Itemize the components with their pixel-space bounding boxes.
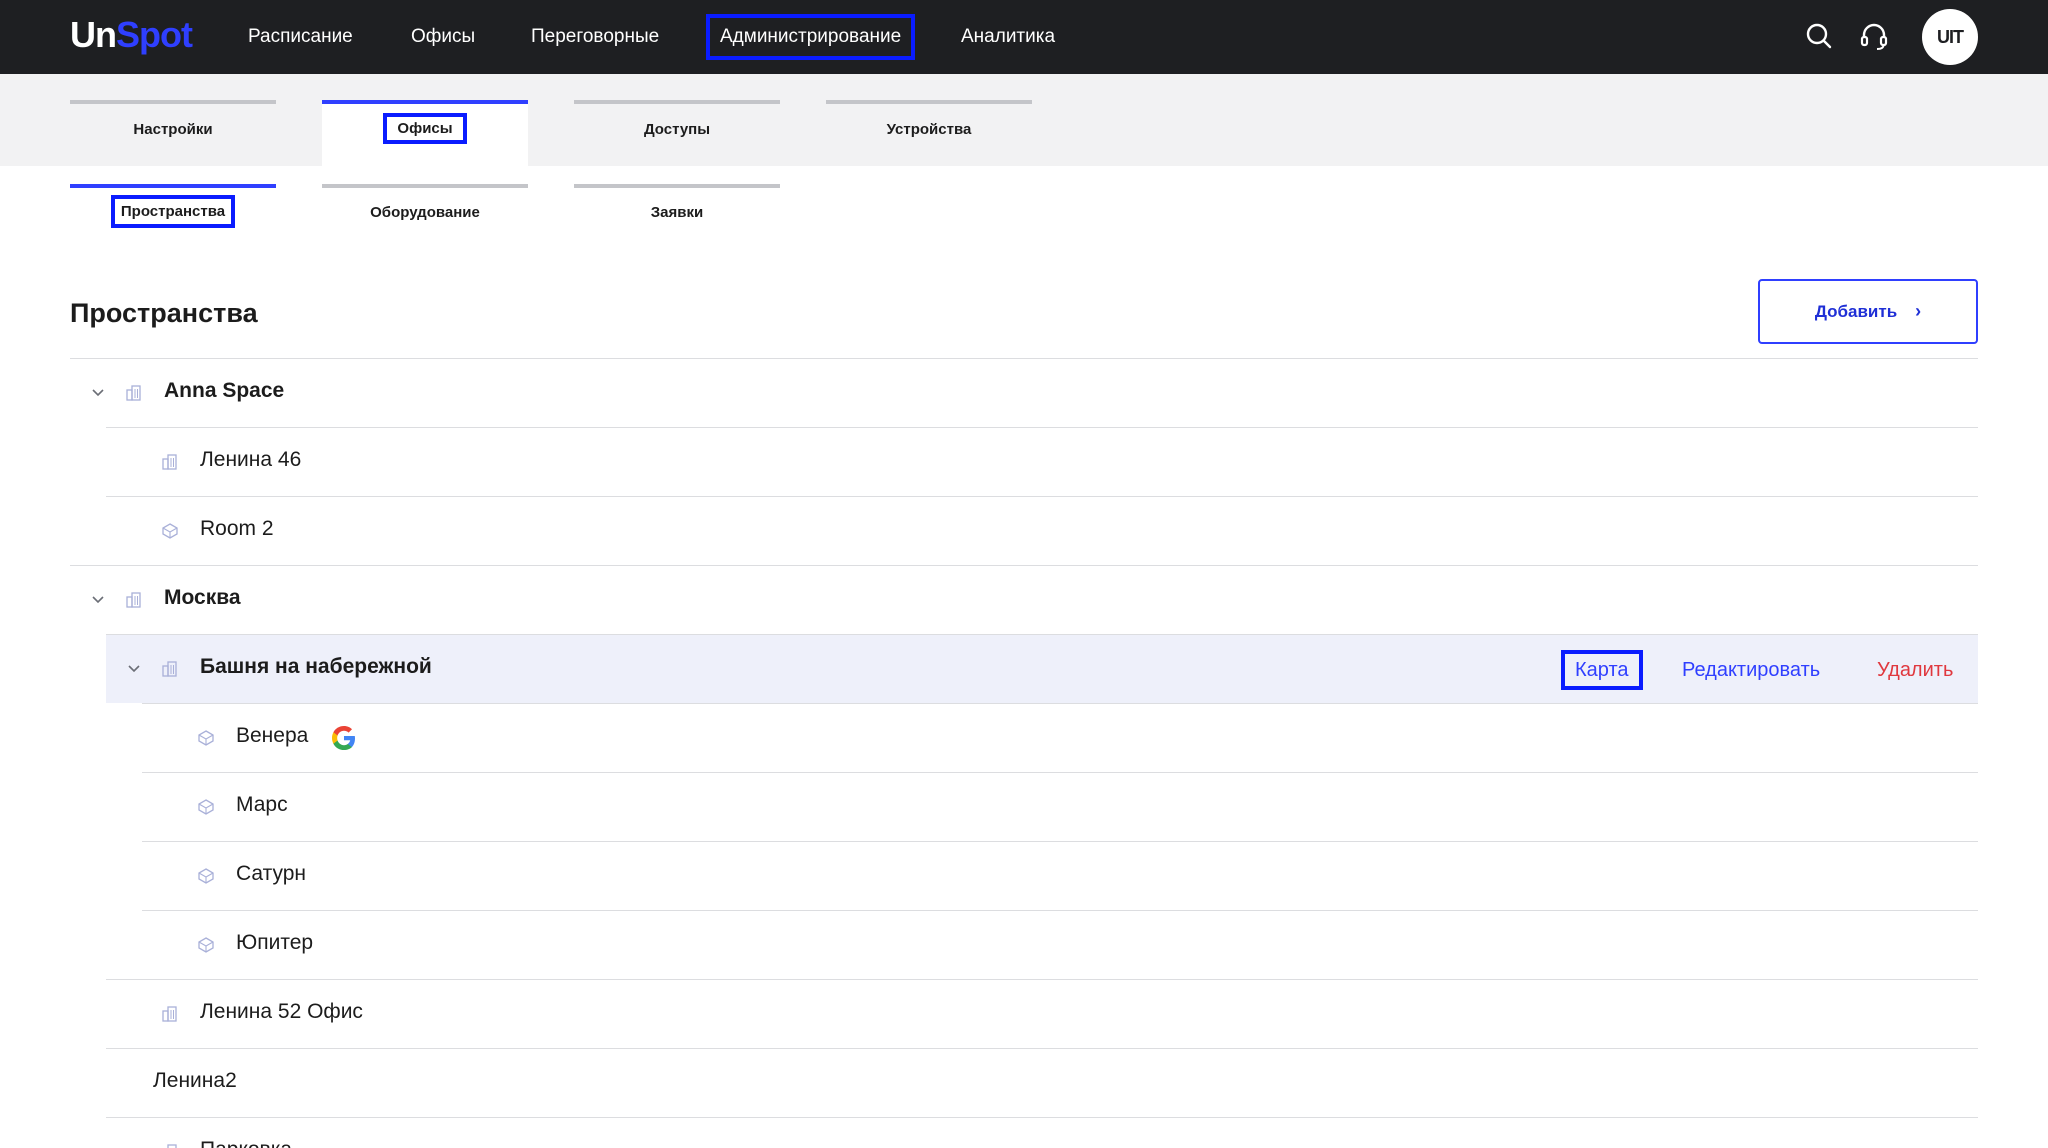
tree-row[interactable]: Москва bbox=[70, 565, 1978, 634]
room-cube-icon bbox=[198, 730, 214, 746]
logo-text-un: Un bbox=[70, 14, 117, 55]
tree-row-label: Парковка bbox=[200, 1138, 292, 1148]
tree-row-label: Сатурн bbox=[236, 862, 307, 885]
tree-row-label: Room 2 bbox=[200, 517, 274, 540]
nav-administration[interactable]: Администрирование bbox=[706, 14, 916, 60]
tree-row-selected[interactable]: Башня на набережной Карта Редактировать … bbox=[106, 634, 1978, 703]
building-icon bbox=[126, 385, 141, 401]
add-button-label: Добавить bbox=[1814, 302, 1898, 321]
delete-link[interactable]: Удалить bbox=[1867, 650, 1963, 690]
building-icon bbox=[167, 1144, 177, 1148]
page-title: Пространства bbox=[70, 298, 258, 328]
tree-row-label: Ленина 52 Офис bbox=[200, 1000, 363, 1023]
subtab-equipment-label: Оборудование bbox=[370, 204, 480, 221]
tree-row-label: Ленина 46 bbox=[200, 448, 302, 471]
building-icon bbox=[162, 661, 177, 677]
tree-row-label: Башня на набережной bbox=[200, 655, 432, 678]
add-button[interactable]: Добавить › bbox=[1758, 279, 1978, 344]
tree-row-label: Anna Space bbox=[164, 379, 285, 402]
tree-row[interactable]: Ленина 52 Офис bbox=[106, 979, 1978, 1048]
tree-row[interactable]: Венера bbox=[142, 703, 1978, 772]
tree-row[interactable]: Ленина 46 bbox=[106, 427, 1978, 496]
tree-row-label: Москва bbox=[164, 586, 241, 609]
nav-schedule[interactable]: Расписание bbox=[236, 22, 365, 52]
room-cube-icon bbox=[162, 523, 178, 539]
subtab-equipment[interactable]: Оборудование bbox=[322, 184, 528, 238]
subtab-requests-label: Заявки bbox=[650, 204, 704, 221]
tab-access-label: Доступы bbox=[643, 121, 711, 138]
edit-link[interactable]: Редактировать bbox=[1672, 650, 1830, 690]
tree-row[interactable]: Марс bbox=[142, 772, 1978, 841]
tab-settings[interactable]: Настройки bbox=[70, 100, 276, 166]
building-icon bbox=[162, 1006, 177, 1022]
chevron-down-icon[interactable] bbox=[124, 659, 144, 679]
tree-row[interactable]: Room 2 bbox=[106, 496, 1978, 565]
unspot-logo[interactable]: UnSpot bbox=[70, 14, 193, 56]
subtab-spaces-label: Пространства bbox=[110, 195, 236, 228]
room-cube-icon bbox=[198, 799, 214, 815]
map-link[interactable]: Карта bbox=[1561, 650, 1643, 690]
headset-icon[interactable] bbox=[1858, 20, 1890, 52]
top-navigation-bar: UnSpot Расписание Офисы Переговорные Адм… bbox=[0, 0, 2048, 74]
tree-row-label: Венера bbox=[236, 724, 309, 747]
tree-row[interactable]: Ленина2 bbox=[106, 1048, 1978, 1117]
tree-row[interactable]: Парковка bbox=[106, 1117, 1978, 1148]
tree-row-label: Юпитер bbox=[236, 931, 314, 954]
chevron-right-icon: › bbox=[1915, 301, 1922, 321]
room-cube-icon bbox=[198, 868, 214, 884]
tab-devices-label: Устройства bbox=[886, 121, 972, 138]
nav-analytics[interactable]: Аналитика bbox=[949, 22, 1067, 52]
tab-devices[interactable]: Устройства bbox=[826, 100, 1032, 166]
tree-row[interactable]: Anna Space bbox=[70, 358, 1978, 427]
google-icon bbox=[332, 726, 355, 750]
tab-offices[interactable]: Офисы bbox=[322, 100, 528, 166]
user-avatar[interactable]: UIT bbox=[1922, 9, 1978, 65]
tree-row[interactable]: Сатурн bbox=[142, 841, 1978, 910]
logo-text-spot: Spot bbox=[116, 14, 193, 55]
chevron-down-icon[interactable] bbox=[88, 590, 108, 610]
chevron-down-icon[interactable] bbox=[88, 383, 108, 403]
building-icon bbox=[162, 454, 177, 470]
search-icon[interactable] bbox=[1803, 20, 1835, 52]
subtab-requests[interactable]: Заявки bbox=[574, 184, 780, 238]
nav-offices[interactable]: Офисы bbox=[399, 22, 487, 52]
primary-tabs: Настройки Офисы Доступы Устройства bbox=[0, 74, 2048, 166]
tree-row[interactable]: Юпитер bbox=[142, 910, 1978, 979]
building-icon bbox=[126, 592, 141, 608]
tab-offices-label: Офисы bbox=[383, 113, 467, 144]
room-cube-icon bbox=[198, 937, 214, 953]
tree-row-label: Ленина2 bbox=[153, 1069, 237, 1092]
tab-settings-label: Настройки bbox=[133, 121, 213, 138]
nav-meeting-rooms[interactable]: Переговорные bbox=[519, 22, 671, 52]
tab-access[interactable]: Доступы bbox=[574, 100, 780, 166]
tree-row-label: Марс bbox=[236, 793, 288, 816]
subtab-spaces[interactable]: Пространства bbox=[70, 184, 276, 238]
